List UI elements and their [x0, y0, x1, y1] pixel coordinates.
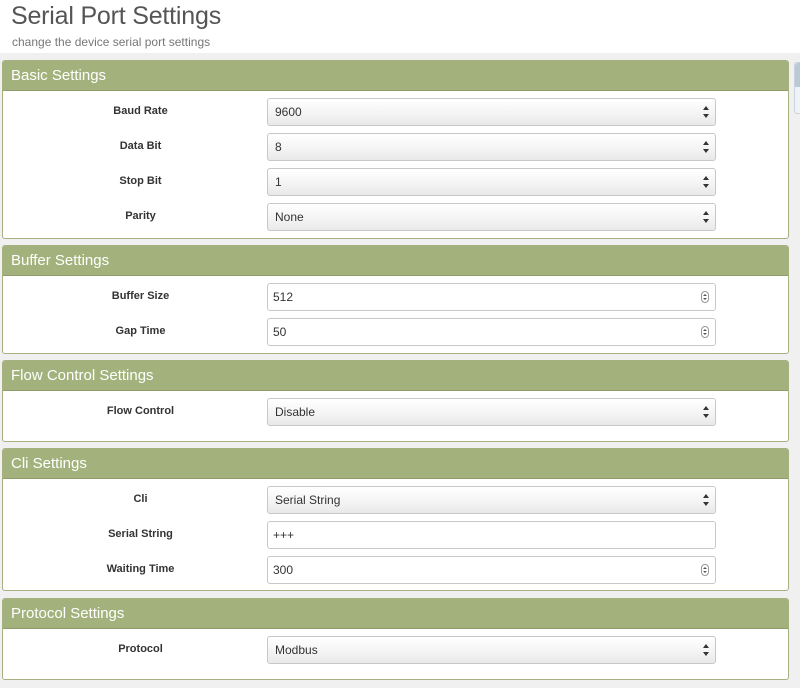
select-arrows-icon [703, 106, 709, 118]
select-arrows-icon [703, 176, 709, 188]
number-spinner-icon[interactable] [701, 291, 709, 303]
buffer-size-input[interactable]: 512 [267, 283, 716, 311]
cli-settings-title: Cli Settings [3, 449, 788, 479]
stop-bit-label: Stop Bit [119, 175, 162, 187]
cli-value: Serial String [275, 493, 341, 507]
buffer-settings-title: Buffer Settings [3, 246, 788, 276]
gap-time-label: Gap Time [115, 325, 166, 337]
protocol-settings-panel: Protocol Settings Protocol Modbus [2, 598, 789, 680]
page-header: Serial Port Settings change the device s… [0, 0, 800, 53]
baud-rate-label: Baud Rate [113, 105, 168, 117]
side-panel-tab[interactable] [794, 62, 800, 114]
parity-value: None [275, 210, 304, 224]
waiting-time-value: 300 [273, 563, 294, 577]
gap-time-row: Gap Time 50 [3, 318, 788, 346]
select-arrows-icon [703, 141, 709, 153]
serial-string-row: Serial String +++ [3, 521, 788, 549]
basic-settings-title: Basic Settings [3, 61, 788, 91]
buffer-settings-panel: Buffer Settings Buffer Size 512 Gap Time… [2, 245, 789, 354]
buffer-size-value: 512 [273, 290, 294, 304]
cli-row: Cli Serial String [3, 486, 788, 514]
baud-rate-row: Baud Rate 9600 [3, 98, 788, 126]
flow-control-settings-panel: Flow Control Settings Flow Control Disab… [2, 360, 789, 442]
flow-control-label: Flow Control [106, 405, 175, 417]
stop-bit-row: Stop Bit 1 [3, 168, 788, 196]
stop-bit-value: 1 [275, 175, 282, 189]
buffer-size-row: Buffer Size 512 [3, 283, 788, 311]
flow-control-row: Flow Control Disable [3, 398, 788, 426]
baud-rate-value: 9600 [275, 105, 302, 119]
number-spinner-icon[interactable] [701, 564, 709, 576]
baud-rate-select[interactable]: 9600 [267, 98, 716, 126]
flow-control-value: Disable [275, 405, 316, 419]
flow-control-settings-title: Flow Control Settings [3, 361, 788, 391]
cli-select[interactable]: Serial String [267, 486, 716, 514]
parity-select[interactable]: None [267, 203, 716, 231]
select-arrows-icon [703, 494, 709, 506]
page-subtitle: change the device serial port settings [12, 35, 211, 49]
serial-string-input[interactable]: +++ [267, 521, 716, 549]
basic-settings-panel: Basic Settings Baud Rate 9600 Data Bit 8… [2, 60, 789, 239]
flow-control-select[interactable]: Disable [267, 398, 716, 426]
protocol-label: Protocol [118, 643, 163, 655]
buffer-size-label: Buffer Size [111, 290, 170, 302]
protocol-value: Modbus [275, 643, 318, 657]
protocol-select[interactable]: Modbus [267, 636, 716, 664]
gap-time-value: 50 [273, 325, 287, 339]
parity-label: Parity [125, 210, 156, 222]
serial-string-label: Serial String [108, 528, 173, 540]
serial-string-value: +++ [273, 528, 295, 542]
stop-bit-select[interactable]: 1 [267, 168, 716, 196]
protocol-row: Protocol Modbus [3, 636, 788, 664]
waiting-time-row: Waiting Time 300 [3, 556, 788, 584]
data-bit-row: Data Bit 8 [3, 133, 788, 161]
number-spinner-icon[interactable] [701, 326, 709, 338]
data-bit-value: 8 [275, 140, 282, 154]
data-bit-label: Data Bit [119, 140, 162, 152]
waiting-time-label: Waiting Time [106, 563, 175, 575]
select-arrows-icon [703, 211, 709, 223]
gap-time-input[interactable]: 50 [267, 318, 716, 346]
waiting-time-input[interactable]: 300 [267, 556, 716, 584]
protocol-settings-title: Protocol Settings [3, 599, 788, 629]
select-arrows-icon [703, 644, 709, 656]
select-arrows-icon [703, 406, 709, 418]
cli-label: Cli [133, 493, 148, 505]
parity-row: Parity None [3, 203, 788, 231]
page-title: Serial Port Settings [11, 2, 221, 30]
data-bit-select[interactable]: 8 [267, 133, 716, 161]
cli-settings-panel: Cli Settings Cli Serial String Serial St… [2, 448, 789, 591]
